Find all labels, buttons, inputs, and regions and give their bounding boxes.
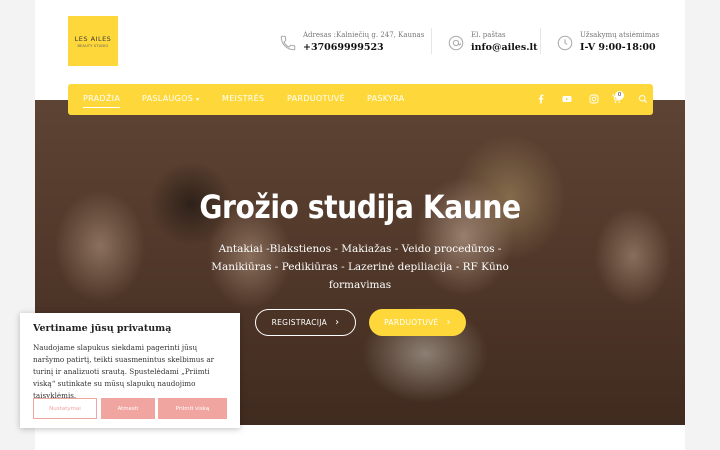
address-label: Adresas :Kalniečių g. 247, Kaunas xyxy=(303,31,425,39)
chevron-right-icon: › xyxy=(446,317,451,328)
logo-text: LES AILES xyxy=(74,34,112,43)
instagram-icon[interactable] xyxy=(588,93,600,105)
contact-email: El. paštas info@ailes.lt xyxy=(447,30,538,55)
cookie-text: Naudojame slapukus siekdami pagerinti jū… xyxy=(33,343,215,400)
nav-item-shop[interactable]: PARDUOTUVĖ xyxy=(287,94,345,103)
cookie-reject-button[interactable]: Atmesti xyxy=(101,398,155,419)
registration-button[interactable]: REGISTRACIJA › xyxy=(255,309,356,336)
cookie-title: Vertiname jūsų privatumą xyxy=(33,323,172,334)
content-strip xyxy=(35,425,685,450)
chevron-down-icon: ▾ xyxy=(196,96,200,103)
contact-hours: Užsakymų atsiėmimas I-V 9:00-18:00 xyxy=(556,30,659,55)
phone-icon xyxy=(280,35,296,51)
chevron-right-icon: › xyxy=(335,317,340,328)
registration-button-label: REGISTRACIJA xyxy=(271,318,328,327)
contact-address: Adresas :Kalniečių g. 247, Kaunas +37069… xyxy=(279,30,424,55)
hours-label: Užsakymų atsiėmimas xyxy=(580,31,660,39)
cookie-consent-banner: Vertiname jūsų privatumą Naudojame slapu… xyxy=(20,313,240,428)
search-icon[interactable] xyxy=(637,93,649,105)
shop-button-label: PARDUOTUVĖ xyxy=(384,318,439,327)
nav-item-account[interactable]: PASKYRA xyxy=(367,94,405,103)
hours-value: I-V 9:00-18:00 xyxy=(580,42,656,53)
clock-icon xyxy=(557,35,573,51)
shop-button[interactable]: PARDUOTUVĖ › xyxy=(369,309,466,336)
at-icon xyxy=(448,35,464,51)
nav-item-home[interactable]: PRADŽIA xyxy=(83,94,121,108)
youtube-icon[interactable] xyxy=(561,93,573,105)
logo[interactable]: LES AILES BEAUTY STUDIO xyxy=(68,16,118,66)
cart-count-badge: 0 xyxy=(615,91,624,100)
cookie-accept-button[interactable]: Priimti viską xyxy=(158,398,227,419)
nav-item-services[interactable]: PASLAUGOS ▾ xyxy=(142,94,199,103)
cookie-settings-button[interactable]: Nustatymai xyxy=(33,398,97,419)
facebook-icon[interactable] xyxy=(535,93,547,105)
logo-tagline: BEAUTY STUDIO xyxy=(77,43,109,48)
divider xyxy=(540,28,541,54)
divider xyxy=(431,28,432,54)
hero-subtitle: Antakiai -Blakstienos - Makiažas - Veido… xyxy=(211,243,509,291)
email-address[interactable]: info@ailes.lt xyxy=(471,41,538,55)
email-label: El. paštas xyxy=(471,31,506,39)
phone-number[interactable]: +37069999523 xyxy=(303,41,424,55)
nav-item-services-label: PASLAUGOS xyxy=(142,94,194,103)
hero-title: Grožio studija Kaune xyxy=(199,188,521,226)
nav-item-masters[interactable]: MEISTRĖS xyxy=(222,94,264,103)
main-nav: PRADŽIA PASLAUGOS ▾ MEISTRĖS PARDUOTUVĖ P… xyxy=(68,84,653,115)
